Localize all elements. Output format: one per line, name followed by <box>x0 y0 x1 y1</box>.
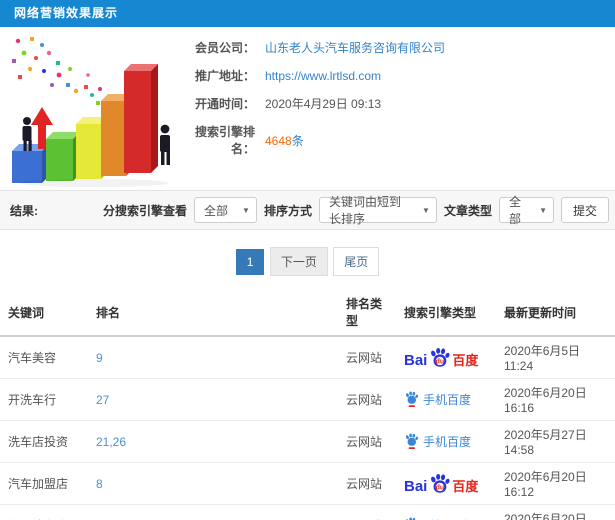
keyword-ranking-table: 关键词 排名 排名类型 搜索引擎类型 最新更新时间 汽车美容 9 云网站 Bai d… <box>0 289 615 520</box>
chevron-down-icon: ▼ <box>422 205 430 215</box>
rank-type-cell: 云网站 <box>338 462 396 505</box>
baidu-paw-icon: du <box>431 473 450 493</box>
keyword-cell: 加盟洗车店 <box>0 504 88 520</box>
bar-chart-growth-image <box>12 37 170 187</box>
pagination: 1 下一页 尾页 <box>0 247 615 276</box>
type-filter-select[interactable]: 全部 ▼ <box>498 195 554 226</box>
engine-rank-label: 搜索引擎排名： <box>194 125 255 156</box>
rank-cell: 25,28,28 <box>88 504 338 520</box>
rank-type-cell: 云网站 <box>338 420 396 463</box>
keyword-cell: 洗车店投资 <box>0 420 88 463</box>
svg-text:du: du <box>436 485 445 492</box>
engine-cell: 手机百度 <box>396 378 496 421</box>
sort-filter-label: 排序方式 <box>263 203 312 218</box>
engine-cell: Bai du 百度 <box>396 336 496 379</box>
rank-cell: 27 <box>88 378 338 421</box>
keyword-cell: 汽车加盟店 <box>0 462 88 505</box>
header-engine-type: 搜索引擎类型 <box>396 289 496 337</box>
member-info-panel: 会员公司： 山东老人头汽车服务咨询有限公司 推广地址： https://www.… <box>175 27 615 190</box>
rank-link[interactable]: 21,26 <box>96 435 126 449</box>
top-section: 会员公司： 山东老人头汽车服务咨询有限公司 推广地址： https://www.… <box>0 27 615 190</box>
rank-type-cell: 云网站 <box>338 378 396 421</box>
page-title: 网络营销效果展示 <box>0 0 615 27</box>
engine-rank-unit: 条 <box>291 133 304 148</box>
baidu-logo-text-cn: 百度 <box>452 478 479 494</box>
baidu-logo-text-bai: Bai <box>404 478 428 495</box>
mobile-baidu-logo: 手机百度 <box>404 391 471 408</box>
sort-filter-value: 关键词由短到长排序 <box>328 195 401 226</box>
result-label: 结果: <box>10 203 38 218</box>
updated-cell: 2020年6月20日 16:12 <box>496 462 615 505</box>
engine-filter-select[interactable]: 全部 ▼ <box>193 197 257 223</box>
header-keyword: 关键词 <box>0 289 88 337</box>
rank-cell: 8 <box>88 462 338 505</box>
updated-cell: 2020年6月20日 16:11 <box>496 504 615 520</box>
table-row: 开洗车行 27 云网站 手机百度 2020年6月20日 16:16 <box>0 378 615 421</box>
table-row: 洗车店投资 21,26 云网站 手机百度 2020年5月27日 14:58 <box>0 420 615 463</box>
filter-bar: 结果: 分搜索引擎查看 全部 ▼ 排序方式 关键词由短到长排序 ▼ 文章类型 全… <box>0 190 615 230</box>
engine-cell: 手机百度 <box>396 504 496 520</box>
engine-rank-count: 4648 <box>265 133 292 148</box>
company-link[interactable]: 山东老人头汽车服务咨询有限公司 <box>265 39 445 56</box>
type-filter-label: 文章类型 <box>443 203 492 218</box>
engine-filter-label: 分搜索引擎查看 <box>102 203 187 218</box>
engine-filter-value: 全部 <box>203 203 228 218</box>
sort-filter-select[interactable]: 关键词由短到长排序 ▼ <box>318 195 437 226</box>
header-rank: 排名 <box>88 289 338 337</box>
businessman-right <box>160 124 170 165</box>
rank-type-cell: 云网站 <box>338 336 396 379</box>
engine-cell: 手机百度 <box>396 420 496 463</box>
table-header-row: 关键词 排名 排名类型 搜索引擎类型 最新更新时间 <box>0 289 615 337</box>
page-button-current[interactable]: 1 <box>235 248 265 275</box>
updated-cell: 2020年5月27日 14:58 <box>496 420 615 463</box>
rank-link[interactable]: 27 <box>96 393 109 407</box>
table-row: 加盟洗车店25,28,28云网站 手机百度2020年6月20日 16:11 <box>0 504 615 520</box>
marketing-chart-illustration <box>0 27 175 190</box>
open-time-label: 开通时间： <box>194 97 255 111</box>
promo-url-label: 推广地址： <box>194 69 255 83</box>
rank-link[interactable]: 9 <box>96 351 103 365</box>
rank-cell: 21,26 <box>88 420 338 463</box>
table-row: 汽车加盟店 8 云网站 Bai du 百度 2020年6月20日 16:12 <box>0 462 615 505</box>
mobile-baidu-logo: 手机百度 <box>404 433 471 450</box>
promo-url-link[interactable]: https://www.lrtlsd.com <box>265 69 381 83</box>
chevron-down-icon: ▼ <box>539 205 547 215</box>
engine-cell: Bai du 百度 <box>396 462 496 505</box>
baidu-logo: Bai du 百度 <box>404 347 478 368</box>
keyword-cell: 开洗车行 <box>0 378 88 421</box>
mobile-baidu-label: 手机百度 <box>423 435 472 449</box>
svg-text:du: du <box>436 359 445 366</box>
rank-cell: 9 <box>88 336 338 379</box>
header-updated: 最新更新时间 <box>496 289 615 337</box>
keyword-cell: 汽车美容 <box>0 336 88 379</box>
mobile-baidu-paw-icon <box>405 391 419 407</box>
company-label: 会员公司： <box>194 41 255 55</box>
rank-link[interactable]: 8 <box>96 477 103 491</box>
open-time-value: 2020年4月29日 09:13 <box>265 97 382 111</box>
table-body: 汽车美容 9 云网站 Bai du 百度 2020年6月5日 11:24 开洗车行 27 云… <box>0 336 615 520</box>
baidu-logo-text-cn: 百度 <box>452 352 479 368</box>
page-button-last[interactable]: 尾页 <box>333 247 380 276</box>
rank-type-cell: 云网站 <box>338 504 396 520</box>
page-button-next[interactable]: 下一页 <box>269 247 328 276</box>
submit-button[interactable]: 提交 <box>560 197 609 223</box>
baidu-logo-text-bai: Bai <box>404 352 428 369</box>
mobile-baidu-paw-icon <box>405 433 419 449</box>
baidu-paw-icon: du <box>431 347 450 367</box>
updated-cell: 2020年6月5日 11:24 <box>496 336 615 379</box>
updated-cell: 2020年6月20日 16:16 <box>496 378 615 421</box>
baidu-logo: Bai du 百度 <box>404 473 478 494</box>
type-filter-value: 全部 <box>508 195 521 226</box>
mobile-baidu-label: 手机百度 <box>423 393 472 407</box>
table-row: 汽车美容 9 云网站 Bai du 百度 2020年6月5日 11:24 <box>0 336 615 379</box>
header-rank-type: 排名类型 <box>338 289 396 337</box>
chevron-down-icon: ▼ <box>242 205 250 215</box>
